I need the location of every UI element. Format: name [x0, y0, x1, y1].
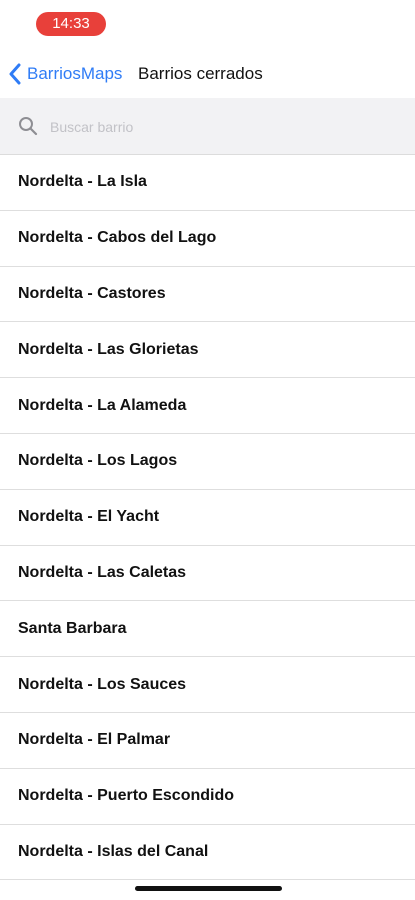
list-item[interactable]: Nordelta - Castores — [0, 267, 415, 323]
list-item-label: Nordelta - Islas del Canal — [18, 842, 209, 860]
list-item[interactable]: Nordelta - Cabos del Lago — [0, 211, 415, 267]
list-item[interactable]: Nordelta - El Yacht — [0, 490, 415, 546]
search-bar — [0, 98, 415, 155]
list-item-label: Nordelta - Cabos del Lago — [18, 229, 217, 247]
back-button[interactable]: BarriosMaps — [8, 62, 122, 86]
list-item-label: Nordelta - El Yacht — [18, 508, 160, 526]
status-time: 14:33 — [36, 12, 106, 36]
list-item[interactable]: Nordelta - Las Glorietas — [0, 322, 415, 379]
search-icon — [19, 117, 38, 136]
chevron-left-icon — [9, 63, 21, 85]
search-input[interactable] — [48, 112, 392, 142]
list-item[interactable]: Nordelta - La Isla — [0, 155, 415, 211]
navigation-bar: BarriosMaps Barrios cerrados — [0, 52, 415, 96]
list-item[interactable]: Nordelta - Los Lagos — [0, 434, 415, 490]
list-item-label: Santa Barbara — [18, 619, 127, 637]
list-item[interactable]: Nordelta - Puerto Escondido — [0, 769, 415, 825]
list-item[interactable]: Nordelta - Islas del Canal — [0, 825, 415, 881]
list-item[interactable]: Nordelta - El Palmar — [0, 713, 415, 769]
barrios-list: Nordelta - La Isla Nordelta - Cabos del … — [0, 155, 415, 881]
list-item[interactable]: Nordelta - La Alameda — [0, 378, 415, 434]
list-item-label: Nordelta - Castores — [18, 284, 166, 302]
list-item[interactable]: Santa Barbara — [0, 601, 415, 658]
home-indicator[interactable] — [135, 886, 282, 891]
list-item[interactable]: Nordelta - Los Sauces — [0, 657, 415, 713]
list-item-label: Nordelta - Puerto Escondido — [18, 787, 235, 805]
list-item-label: Nordelta - La Alameda — [18, 396, 187, 414]
list-item-label: Nordelta - La Isla — [18, 173, 147, 191]
list-item-label: Nordelta - El Palmar — [18, 731, 171, 749]
list-item[interactable]: Nordelta - Las Caletas — [0, 546, 415, 602]
list-item-label: Nordelta - Las Glorietas — [18, 340, 199, 358]
page-title: Barrios cerrados — [138, 64, 263, 83]
list-item-label: Nordelta - Las Caletas — [18, 563, 187, 581]
back-label: BarriosMaps — [27, 64, 123, 83]
list-item-label: Nordelta - Los Lagos — [18, 452, 178, 470]
list-item-label: Nordelta - Los Sauces — [18, 675, 187, 693]
